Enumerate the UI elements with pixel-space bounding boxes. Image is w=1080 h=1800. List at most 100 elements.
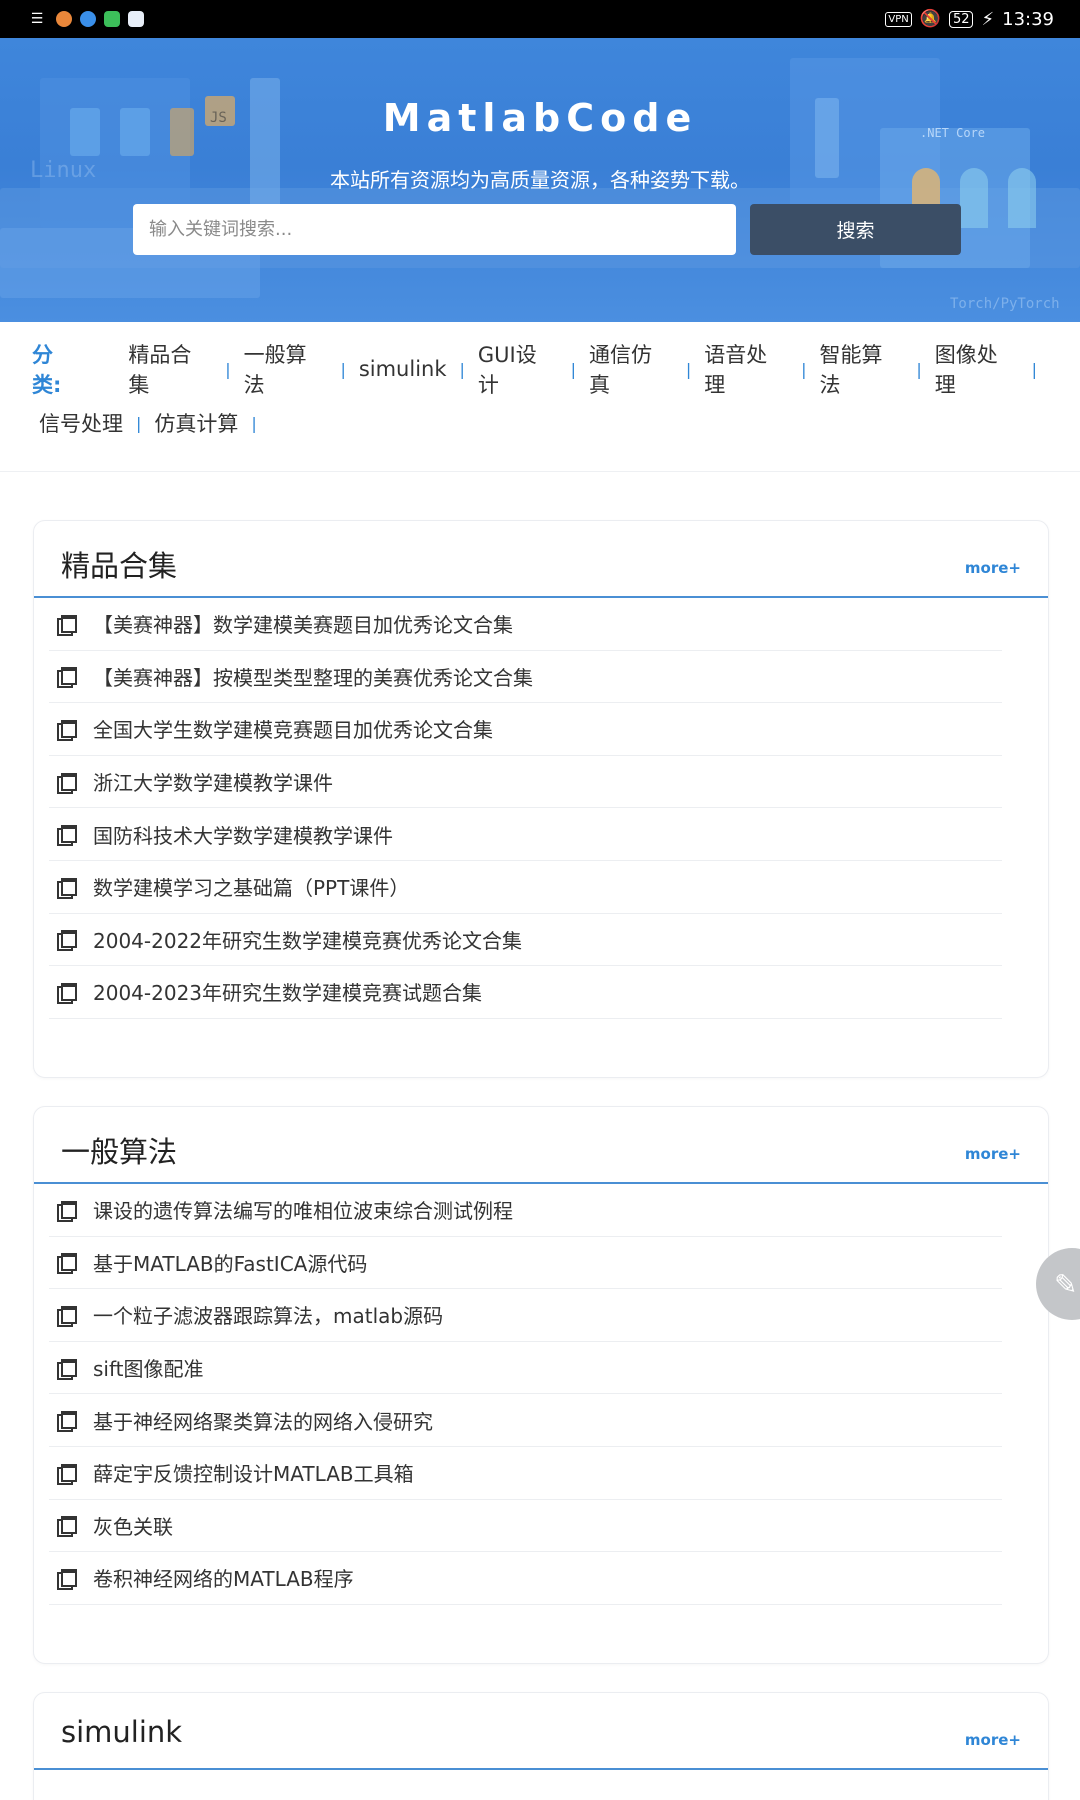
category-label: 分类: bbox=[32, 343, 62, 397]
list-item[interactable]: 基于神经网络聚类算法的网络入侵研究 bbox=[49, 1394, 1002, 1447]
list-item-title: 数学建模学习之基础篇（PPT课件） bbox=[93, 876, 410, 901]
section-header: 一般算法 more+ bbox=[34, 1107, 1048, 1184]
document-icon bbox=[57, 1305, 77, 1327]
search-input[interactable] bbox=[133, 204, 736, 255]
list-item-title: 【美赛神器】数学建模美赛题目加优秀论文合集 bbox=[93, 613, 513, 638]
document-icon bbox=[57, 719, 77, 741]
list-item[interactable]: 基于MATLAB的FastICA源代码 bbox=[49, 1237, 1002, 1290]
category-link-gui[interactable]: GUI设计 bbox=[478, 339, 558, 399]
hero-banner: JS .NET Core Torch/PyTorch Linux MatlabC… bbox=[0, 38, 1080, 322]
list-item[interactable]: 数学建模学习之基础篇（PPT课件） bbox=[49, 861, 1002, 914]
vpn-icon: VPN bbox=[885, 11, 912, 27]
list-item-title: 卷积神经网络的MATLAB程序 bbox=[93, 1567, 354, 1592]
list-item-title: 全国大学生数学建模竞赛题目加优秀论文合集 bbox=[93, 718, 493, 743]
bell-muted-icon: 🔕 bbox=[919, 9, 941, 29]
category-link-signal[interactable]: 信号处理 bbox=[39, 408, 123, 438]
category-separator: | bbox=[801, 359, 807, 379]
section-header: 精品合集 more+ bbox=[34, 521, 1048, 598]
document-icon bbox=[57, 1463, 77, 1485]
list-item-title: 2004-2023年研究生数学建模竞赛试题合集 bbox=[93, 981, 483, 1006]
category-row: 信号处理 | 仿真计算 | bbox=[32, 396, 1050, 450]
section-title: 精品合集 bbox=[61, 549, 178, 583]
category-separator: | bbox=[916, 359, 922, 379]
more-link[interactable]: more+ bbox=[965, 559, 1021, 577]
category-link-comm[interactable]: 通信仿真 bbox=[589, 339, 673, 399]
document-icon bbox=[57, 825, 77, 847]
charging-icon: ⚡ bbox=[981, 8, 995, 30]
category-row: 分类: 精品合集 | 一般算法 | simulink | GUI设计 | 通信仿… bbox=[32, 339, 1050, 399]
document-icon bbox=[57, 1411, 77, 1433]
app-notification-icon bbox=[80, 11, 96, 27]
status-time: 13:39 bbox=[1002, 8, 1054, 30]
category-link-image[interactable]: 图像处理 bbox=[935, 339, 1019, 399]
list-item[interactable]: 卷积神经网络的MATLAB程序 bbox=[49, 1552, 1002, 1605]
article-list: 【美赛神器】数学建模美赛题目加优秀论文合集 【美赛神器】按模型类型整理的美赛优秀… bbox=[34, 598, 1048, 1019]
category-separator: | bbox=[685, 359, 692, 379]
category-link-simulation[interactable]: 仿真计算 bbox=[154, 408, 238, 438]
category-separator: | bbox=[251, 413, 257, 433]
list-item[interactable]: 灰色关联 bbox=[49, 1500, 1002, 1553]
list-item-title: 2004-2022年研究生数学建模竞赛优秀论文合集 bbox=[93, 928, 523, 953]
list-item[interactable]: 【美赛神器】数学建模美赛题目加优秀论文合集 bbox=[49, 598, 1002, 651]
notification-badge-icon bbox=[56, 11, 72, 27]
site-title: MatlabCode bbox=[382, 96, 698, 140]
status-right: VPN 🔕 52 ⚡ 13:39 bbox=[885, 9, 1054, 30]
category-separator: | bbox=[1031, 359, 1037, 379]
list-item-title: 基于神经网络聚类算法的网络入侵研究 bbox=[93, 1409, 433, 1434]
document-icon bbox=[57, 772, 77, 794]
more-link[interactable]: more+ bbox=[965, 1731, 1021, 1749]
status-left: ☰ bbox=[26, 11, 144, 27]
category-separator: | bbox=[225, 359, 231, 379]
document-icon bbox=[57, 1200, 77, 1222]
file-notification-icon bbox=[128, 11, 144, 27]
article-list: 课设的遗传算法编写的唯相位波束综合测试例程 基于MATLAB的FastICA源代… bbox=[34, 1184, 1048, 1605]
site-subtitle: 本站所有资源均为高质量资源，各种姿势下载。 bbox=[330, 168, 750, 192]
list-item[interactable]: 薛定宇反馈控制设计MATLAB工具箱 bbox=[49, 1447, 1002, 1500]
list-item[interactable]: 2004-2023年研究生数学建模竞赛试题合集 bbox=[49, 966, 1002, 1019]
banner-decor-label: Torch/PyTorch bbox=[950, 296, 1060, 312]
status-bar: ☰ VPN 🔕 52 ⚡ 13:39 bbox=[0, 0, 1080, 38]
section-title: 一般算法 bbox=[61, 1135, 178, 1169]
list-item[interactable]: 课设的遗传算法编写的唯相位波束综合测试例程 bbox=[49, 1184, 1002, 1237]
category-link-speech[interactable]: 语音处理 bbox=[704, 339, 788, 399]
section-jingpin: 精品合集 more+ 【美赛神器】数学建模美赛题目加优秀论文合集 【美赛神器】按… bbox=[33, 520, 1049, 1078]
category-link-jingpin[interactable]: 精品合集 bbox=[128, 339, 212, 399]
more-link[interactable]: more+ bbox=[965, 1145, 1021, 1163]
list-item-title: 灰色关联 bbox=[93, 1514, 173, 1539]
section-simulink: simulink more+ bbox=[33, 1692, 1049, 1800]
list-item-title: 课设的遗传算法编写的唯相位波束综合测试例程 bbox=[93, 1199, 513, 1224]
battery-icon: 52 bbox=[948, 10, 974, 28]
document-icon bbox=[57, 1568, 77, 1590]
section-algorithm: 一般算法 more+ 课设的遗传算法编写的唯相位波束综合测试例程 基于MATLA… bbox=[33, 1106, 1049, 1664]
list-item[interactable]: 全国大学生数学建模竞赛题目加优秀论文合集 bbox=[49, 703, 1002, 756]
document-icon bbox=[57, 877, 77, 899]
wifi-icon: ☰ bbox=[30, 11, 44, 27]
list-item[interactable]: 2004-2022年研究生数学建模竞赛优秀论文合集 bbox=[49, 914, 1002, 967]
list-item[interactable]: sift图像配准 bbox=[49, 1342, 1002, 1395]
category-separator: | bbox=[570, 359, 576, 379]
list-item-title: 一个粒子滤波器跟踪算法，matlab源码 bbox=[93, 1304, 444, 1329]
category-separator: | bbox=[340, 359, 346, 379]
section-header: simulink more+ bbox=[34, 1693, 1048, 1770]
search-button[interactable]: 搜索 bbox=[750, 204, 961, 255]
category-nav: 分类: 精品合集 | 一般算法 | simulink | GUI设计 | 通信仿… bbox=[0, 322, 1080, 472]
document-icon bbox=[57, 667, 77, 689]
category-link-simulink[interactable]: simulink bbox=[359, 357, 447, 381]
list-item-title: sift图像配准 bbox=[93, 1357, 204, 1382]
category-link-intelligent[interactable]: 智能算法 bbox=[820, 339, 904, 399]
list-item[interactable]: 【美赛神器】按模型类型整理的美赛优秀论文合集 bbox=[49, 651, 1002, 704]
category-separator: | bbox=[459, 359, 465, 379]
category-link-algorithm[interactable]: 一般算法 bbox=[244, 339, 328, 399]
content-area: 精品合集 more+ 【美赛神器】数学建模美赛题目加优秀论文合集 【美赛神器】按… bbox=[0, 472, 1080, 1800]
list-item-title: 薛定宇反馈控制设计MATLAB工具箱 bbox=[93, 1462, 414, 1487]
category-separator: | bbox=[136, 413, 142, 433]
document-icon bbox=[57, 1516, 77, 1538]
list-item[interactable]: 浙江大学数学建模教学课件 bbox=[49, 756, 1002, 809]
message-notification-icon bbox=[104, 11, 120, 27]
document-icon bbox=[57, 982, 77, 1004]
list-item-title: 国防科技术大学数学建模教学课件 bbox=[93, 823, 393, 848]
document-icon bbox=[57, 614, 77, 636]
list-item[interactable]: 国防科技术大学数学建模教学课件 bbox=[49, 808, 1002, 861]
list-item[interactable]: 一个粒子滤波器跟踪算法，matlab源码 bbox=[49, 1289, 1002, 1342]
document-icon bbox=[57, 1358, 77, 1380]
